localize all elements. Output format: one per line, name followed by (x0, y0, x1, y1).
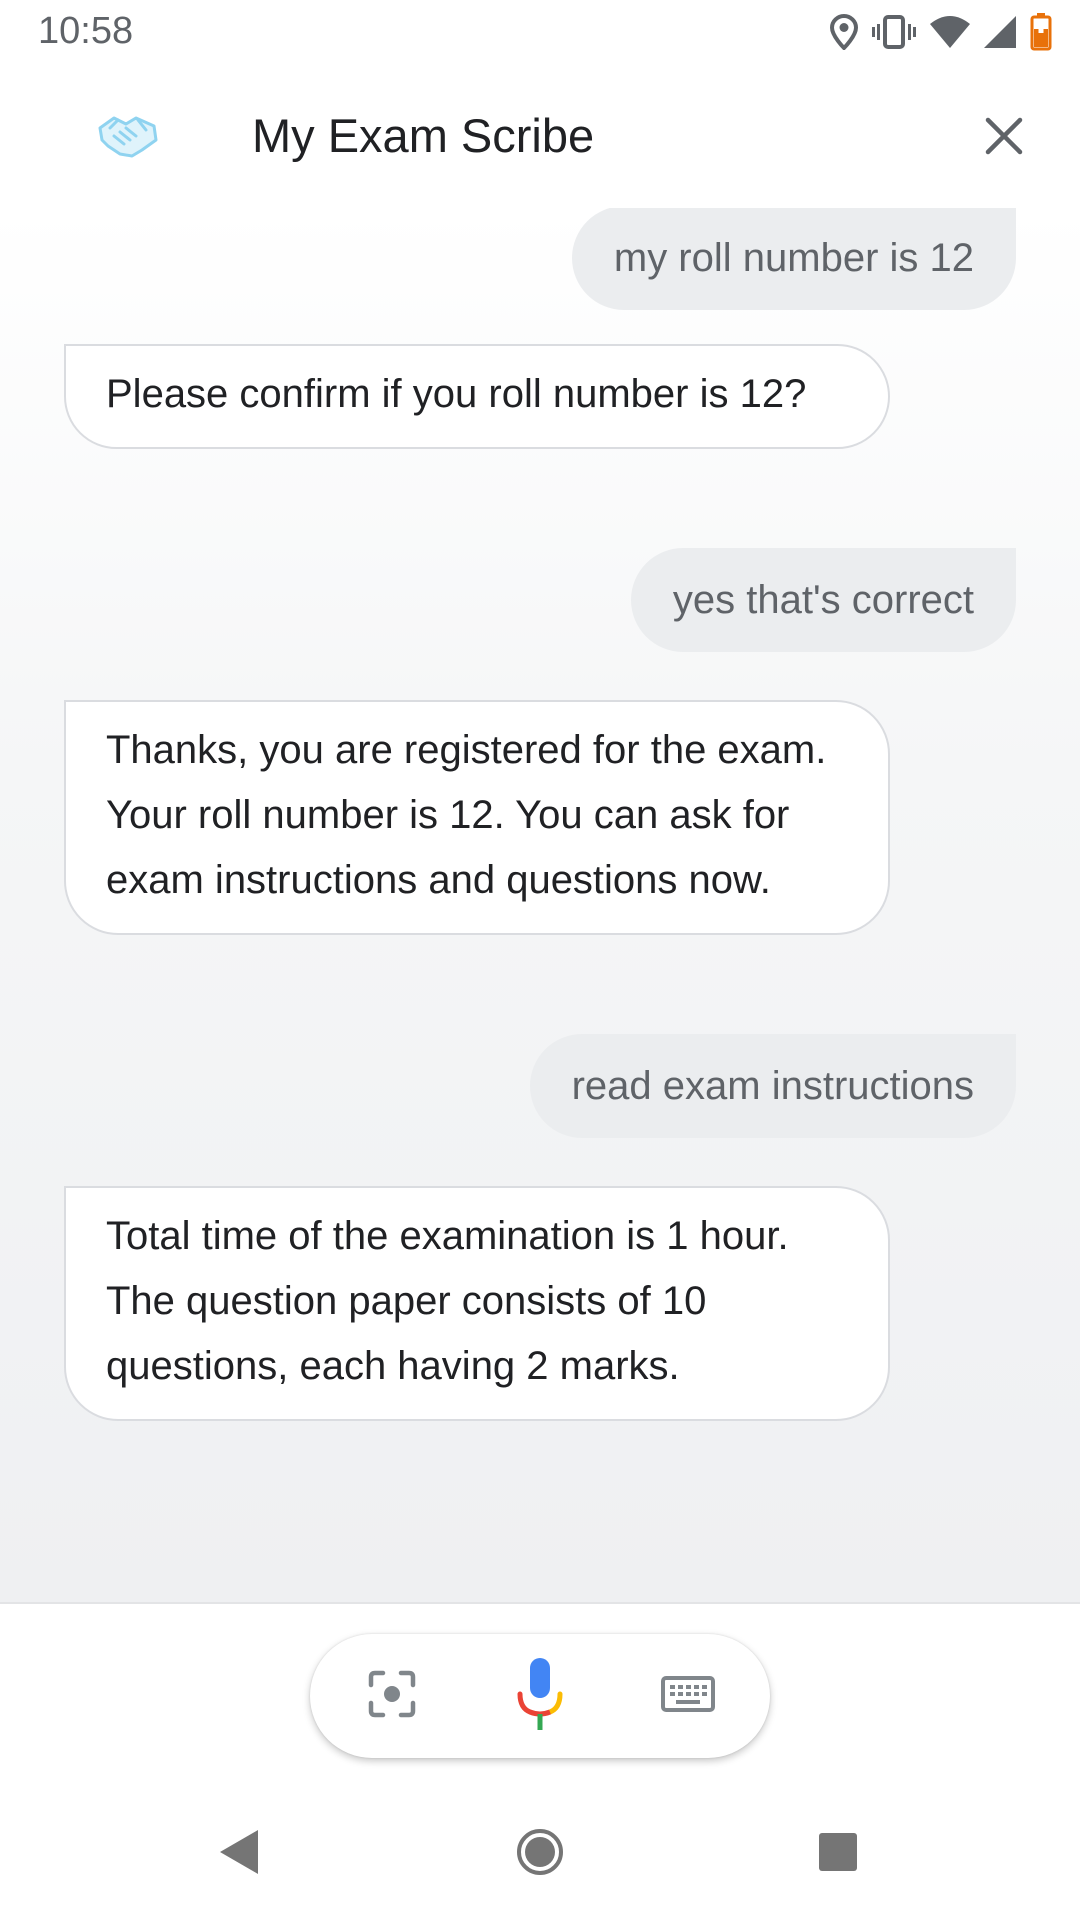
status-time: 10:58 (38, 10, 134, 52)
status-icons (830, 8, 1052, 56)
status-bar: 10:58 (0, 0, 1080, 64)
conversation-panel[interactable]: my roll number is 12 Please confirm if y… (0, 208, 1080, 1602)
keyboard-icon (661, 1675, 715, 1717)
input-pill (310, 1634, 770, 1758)
user-message: my roll number is 12 (571, 208, 1016, 310)
lens-icon (367, 1669, 417, 1724)
signal-icon (984, 16, 1016, 48)
app-title: My Exam Scribe (252, 109, 595, 162)
system-nav-bar (0, 1784, 1080, 1920)
app-header: My Exam Scribe (0, 64, 1080, 208)
assistant-message: Total time of the examination is 1 hour.… (64, 1186, 890, 1421)
vibrate-icon (872, 14, 916, 50)
back-icon (218, 1828, 262, 1881)
input-bar (0, 1604, 1080, 1784)
user-message: read exam instructions (529, 1034, 1016, 1138)
wifi-icon (930, 16, 970, 48)
location-icon (830, 14, 858, 50)
battery-low-icon (1030, 13, 1052, 51)
close-icon (984, 116, 1024, 161)
recents-button[interactable] (798, 1814, 878, 1894)
recents-icon (817, 1831, 859, 1878)
assistant-message: Please confirm if you roll number is 12? (64, 344, 890, 449)
lens-button[interactable] (352, 1656, 432, 1736)
keyboard-button[interactable] (648, 1656, 728, 1736)
home-icon (515, 1827, 565, 1882)
assistant-message: Thanks, you are registered for the exam.… (64, 700, 890, 935)
mic-button[interactable] (500, 1656, 580, 1736)
user-message: yes that's correct (630, 548, 1016, 652)
back-button[interactable] (200, 1814, 280, 1894)
mic-icon (512, 1656, 568, 1737)
handshake-logo-icon (96, 104, 160, 168)
close-button[interactable] (968, 102, 1040, 174)
home-button[interactable] (500, 1814, 580, 1894)
